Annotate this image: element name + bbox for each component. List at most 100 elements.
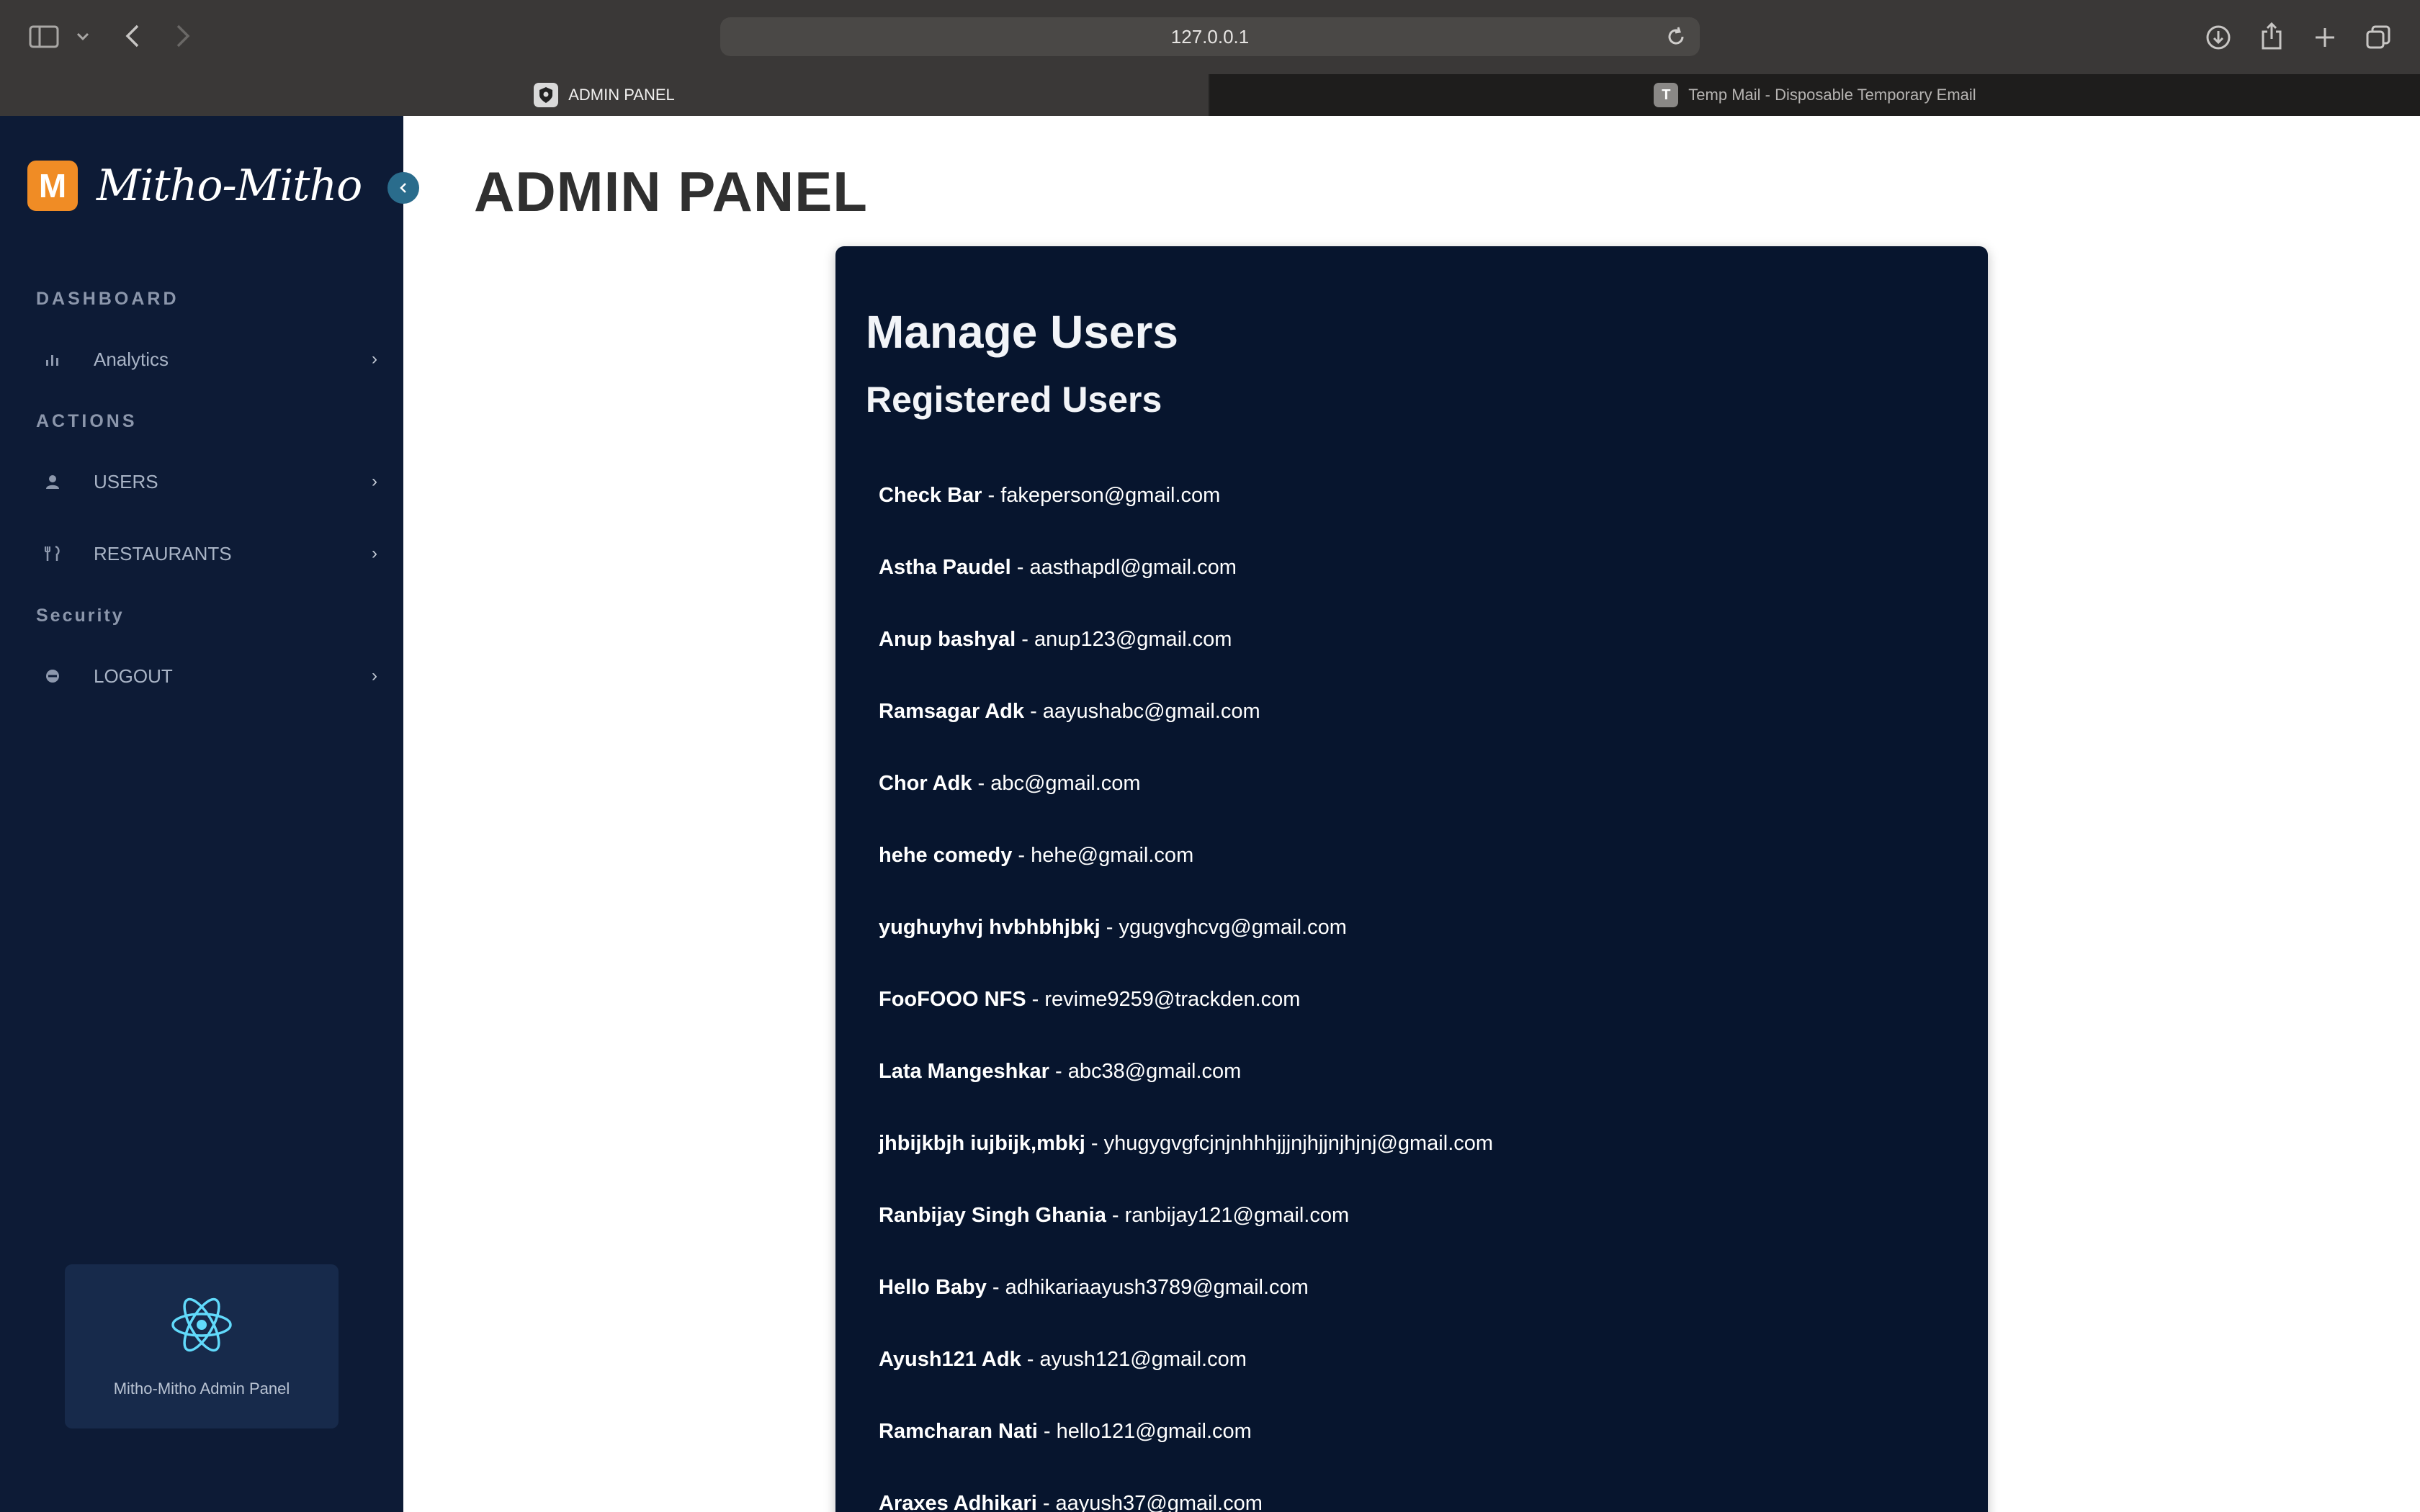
user-email: hello121@gmail.com xyxy=(1056,1419,1252,1443)
user-email: revime9259@trackden.com xyxy=(1044,987,1301,1011)
user-name: Araxes Adhikari xyxy=(879,1491,1037,1512)
browser-toolbar: 127.0.0.1 xyxy=(0,0,2420,74)
user-list: Check Bar - fakeperson@gmail.com Astha Pa… xyxy=(879,459,1493,1512)
tab-admin-panel[interactable]: ADMIN PANEL xyxy=(0,74,1209,116)
user-email: abc@gmail.com xyxy=(990,771,1141,795)
separator: - xyxy=(1036,1491,1056,1512)
user-name: Ramcharan Nati xyxy=(879,1419,1038,1443)
forward-icon[interactable] xyxy=(170,22,196,50)
user-icon xyxy=(45,474,81,490)
download-icon[interactable] xyxy=(2202,22,2234,53)
user-name: yughuyhvj hvbhbhjbkj xyxy=(879,915,1101,939)
manage-users-card: Manage Users Registered Users Check Bar … xyxy=(835,246,1988,1512)
separator: - xyxy=(1016,627,1034,651)
user-name: Check Bar xyxy=(879,483,982,507)
tab-bar: ADMIN PANEL T Temp Mail - Disposable Tem… xyxy=(0,74,2420,116)
chevron-right-icon: › xyxy=(372,544,377,563)
footer-label: Mitho-Mitho Admin Panel xyxy=(113,1379,290,1398)
user-list-item: FooFOOO NFS - revime9259@trackden.com xyxy=(879,963,1493,1035)
user-list-item: jhbijkbjh iujbijk,mbkj - yhugygvgfcjnjnh… xyxy=(879,1107,1493,1179)
user-email: ayush121@gmail.com xyxy=(1039,1347,1247,1371)
user-email: aasthapdl@gmail.com xyxy=(1029,555,1237,579)
tab-label: Temp Mail - Disposable Temporary Email xyxy=(1688,86,1976,104)
separator: - xyxy=(1024,699,1043,723)
sidebar-toggle-icon[interactable] xyxy=(27,24,60,49)
user-name: Anup bashyal xyxy=(879,627,1016,651)
user-list-item: Anup bashyal - anup123@gmail.com xyxy=(879,603,1493,675)
user-name: Chor Adk xyxy=(879,771,972,795)
user-email: adhikariaayush3789@gmail.com xyxy=(1005,1275,1309,1299)
user-name: Ayush121 Adk xyxy=(879,1347,1021,1371)
sidebar-item-label: Analytics xyxy=(94,348,169,370)
user-list-item: Lata Mangeshkar - abc38@gmail.com xyxy=(879,1035,1493,1107)
user-email: anup123@gmail.com xyxy=(1034,627,1232,651)
separator: - xyxy=(1100,915,1119,939)
chevron-right-icon: › xyxy=(372,666,377,685)
user-name: Ramsagar Adk xyxy=(879,699,1025,723)
page-title: ADMIN PANEL xyxy=(474,160,868,223)
chevron-down-icon[interactable] xyxy=(72,27,94,46)
sidebar-item-label: LOGOUT xyxy=(94,665,173,687)
user-email: fakeperson@gmail.com xyxy=(1000,483,1221,507)
tab-overview-icon[interactable] xyxy=(2362,22,2394,53)
section-actions: ACTIONS xyxy=(36,411,138,431)
new-tab-icon[interactable] xyxy=(2309,22,2341,53)
separator: - xyxy=(1085,1131,1104,1155)
user-email: abc38@gmail.com xyxy=(1067,1059,1242,1083)
user-email: ygugvghcvg@gmail.com xyxy=(1119,915,1347,939)
user-name: hehe comedy xyxy=(879,843,1013,867)
sidebar-item-users[interactable]: USERS › xyxy=(36,460,382,503)
url-text: 127.0.0.1 xyxy=(1170,25,1250,48)
separator: - xyxy=(1012,843,1031,867)
brand[interactable]: M Mitho-Mitho xyxy=(27,161,362,211)
sidebar-footer-card: Mitho-Mitho Admin Panel xyxy=(65,1264,339,1428)
address-bar[interactable]: 127.0.0.1 xyxy=(720,17,1700,56)
separator: - xyxy=(1021,1347,1040,1371)
card-title: Manage Users xyxy=(866,306,1178,358)
sidebar-collapse-button[interactable] xyxy=(387,172,419,204)
user-list-item: Astha Paudel - aasthapdl@gmail.com xyxy=(879,531,1493,603)
section-dashboard: DASHBOARD xyxy=(36,289,179,309)
section-security: Security xyxy=(36,606,125,626)
user-name: jhbijkbjh iujbijk,mbkj xyxy=(879,1131,1085,1155)
brand-name: Mitho-Mitho xyxy=(97,161,362,211)
admin-favicon-icon xyxy=(534,83,559,107)
separator: - xyxy=(1010,555,1030,579)
separator: - xyxy=(1049,1059,1068,1083)
separator: - xyxy=(1106,1203,1125,1227)
separator: - xyxy=(972,771,991,795)
user-email: hehe@gmail.com xyxy=(1031,843,1194,867)
reload-icon[interactable] xyxy=(1665,26,1687,51)
user-email: yhugygvgfcjnjnhhhjjjnjhjjnjhjnj@gmail.co… xyxy=(1103,1131,1494,1155)
user-list-item: Chor Adk - abc@gmail.com xyxy=(879,747,1493,819)
brand-logo-icon: M xyxy=(27,161,78,211)
chevron-right-icon: › xyxy=(372,349,377,369)
user-list-item: Hello Baby - adhikariaayush3789@gmail.co… xyxy=(879,1251,1493,1323)
user-list-item: hehe comedy - hehe@gmail.com xyxy=(879,819,1493,891)
card-subtitle: Registered Users xyxy=(866,379,1162,420)
sidebar-item-logout[interactable]: LOGOUT › xyxy=(36,654,382,698)
user-list-item: Ayush121 Adk - ayush121@gmail.com xyxy=(879,1323,1493,1395)
user-email: aayushabc@gmail.com xyxy=(1042,699,1260,723)
user-name: Lata Mangeshkar xyxy=(879,1059,1049,1083)
sidebar-item-label: USERS xyxy=(94,470,158,492)
sidebar: M Mitho-Mitho DASHBOARD Analytics › ACTI… xyxy=(0,116,403,1512)
main-content: ADMIN PANEL Manage Users Registered User… xyxy=(403,116,2420,1512)
user-email: ranbijay121@gmail.com xyxy=(1124,1203,1350,1227)
sidebar-item-analytics[interactable]: Analytics › xyxy=(36,338,382,381)
tab-temp-mail[interactable]: T Temp Mail - Disposable Temporary Email xyxy=(1210,74,2420,116)
user-list-item: Check Bar - fakeperson@gmail.com xyxy=(879,459,1493,531)
user-name: Hello Baby xyxy=(879,1275,987,1299)
user-list-item: Araxes Adhikari - aayush37@gmail.com xyxy=(879,1467,1493,1512)
sidebar-item-restaurants[interactable]: RESTAURANTS › xyxy=(36,532,382,575)
user-name: FooFOOO NFS xyxy=(879,987,1026,1011)
separator: - xyxy=(986,1275,1005,1299)
separator: - xyxy=(982,483,1001,507)
sidebar-item-label: RESTAURANTS xyxy=(94,542,232,564)
back-icon[interactable] xyxy=(120,22,145,50)
user-list-item: Ramsagar Adk - aayushabc@gmail.com xyxy=(879,675,1493,747)
user-email: aayush37@gmail.com xyxy=(1055,1491,1263,1512)
user-name: Astha Paudel xyxy=(879,555,1011,579)
share-icon[interactable] xyxy=(2256,19,2287,53)
user-name: Ranbijay Singh Ghania xyxy=(879,1203,1106,1227)
